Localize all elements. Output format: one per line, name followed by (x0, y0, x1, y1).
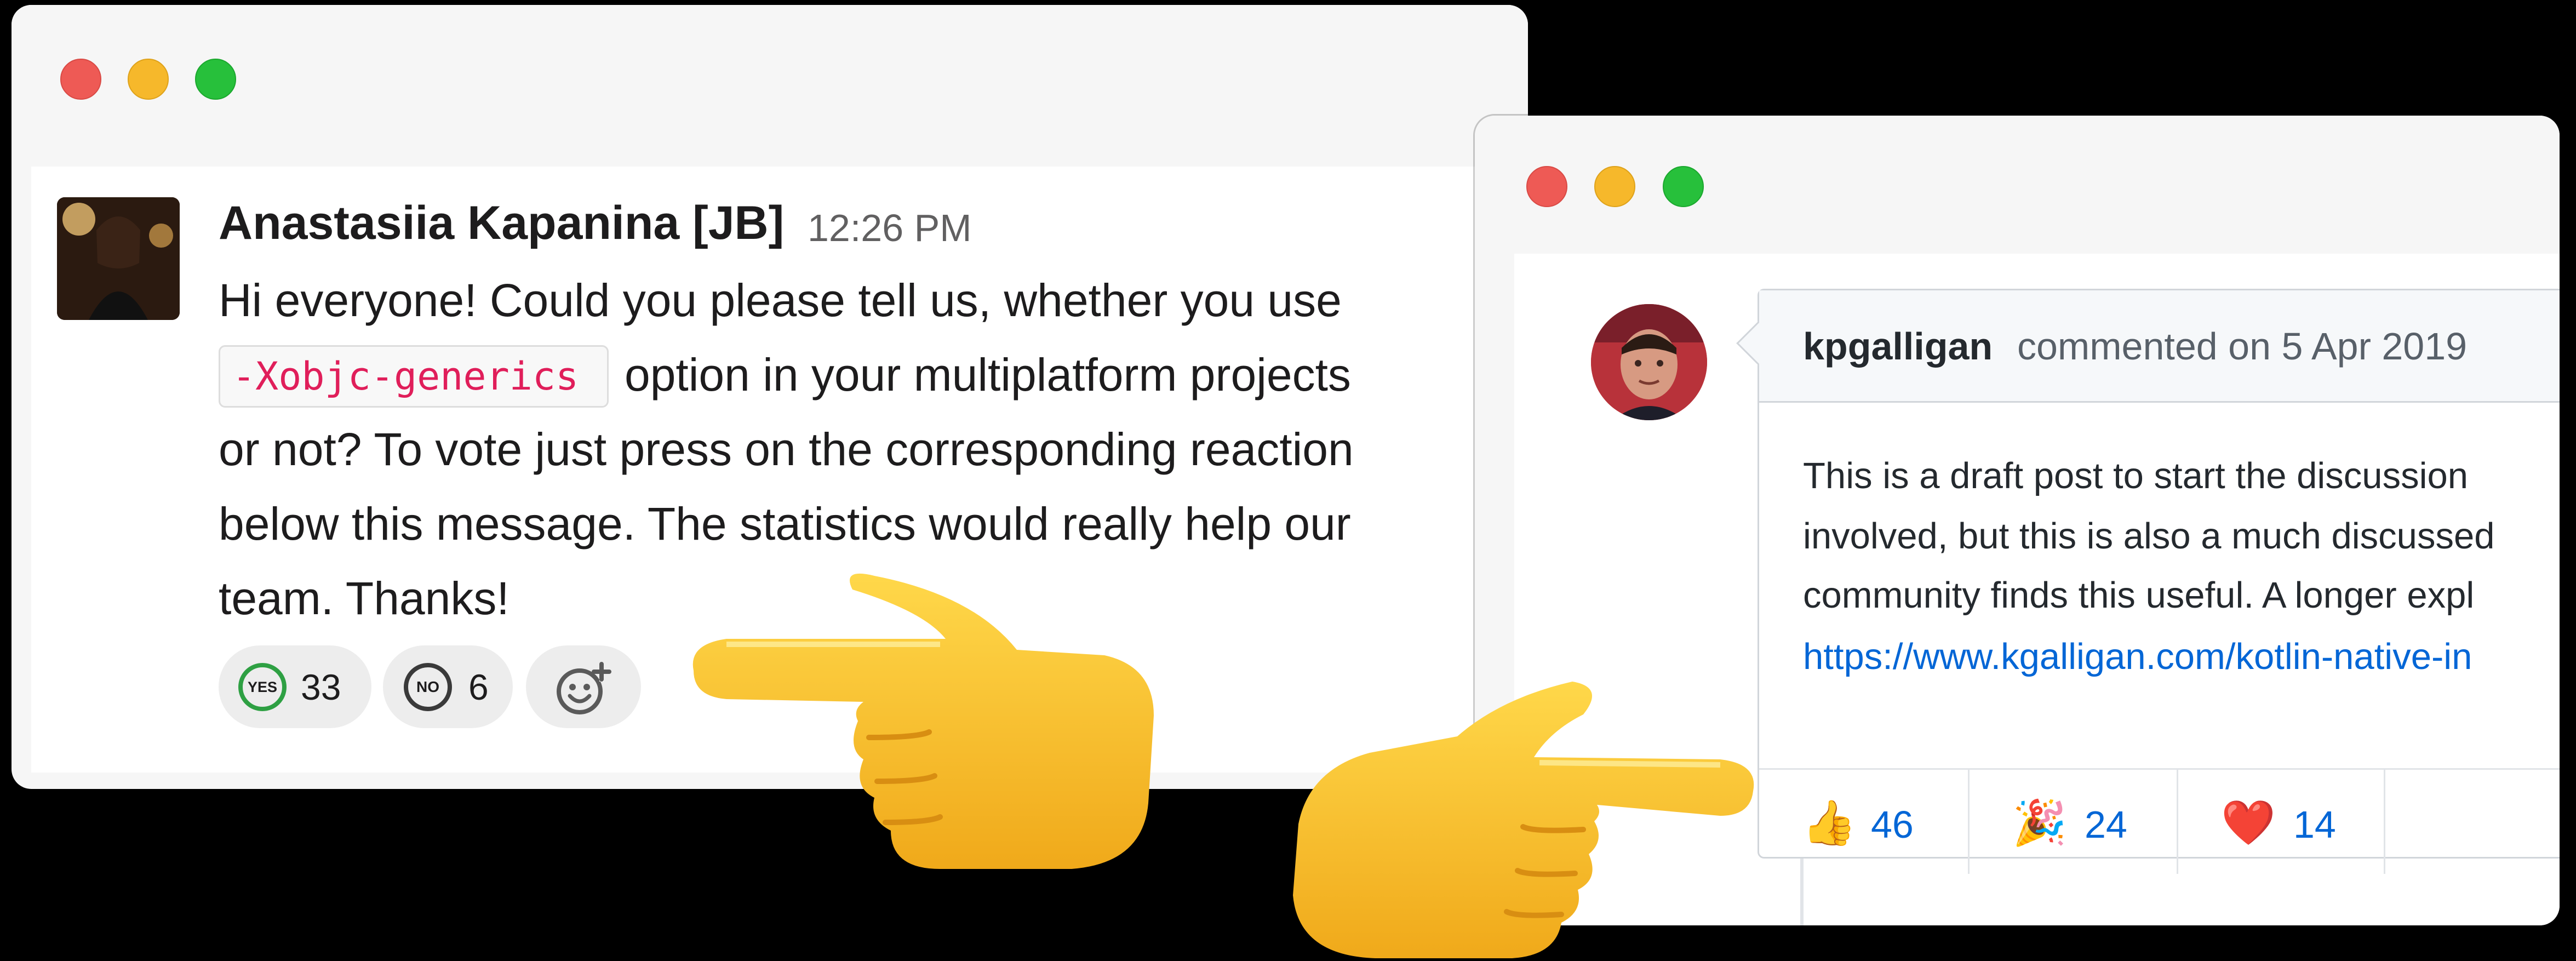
comment-body-line: community finds this useful. A longer ex… (1803, 575, 2475, 616)
github-titlebar (1475, 116, 2560, 254)
reaction-heart[interactable]: ❤️ 14 (2178, 770, 2385, 874)
yes-badge-icon: YES (238, 663, 287, 711)
pointing-hand-icon (1293, 682, 1754, 958)
party-popper-icon: 🎉 (2012, 798, 2067, 847)
message-text-line: below this message. The statistics would… (219, 498, 1351, 550)
avatar[interactable] (57, 197, 180, 320)
reaction-count: 14 (2293, 803, 2336, 846)
comment-body-line: involved, but this is also a much discus… (1803, 516, 2495, 557)
no-badge-icon: NO (404, 663, 452, 711)
close-window-button[interactable] (1526, 166, 1567, 207)
reaction-bar: 👍 46 🎉 24 ❤️ 14 (1759, 768, 2560, 874)
thumbs-up-icon: 👍 (1802, 798, 1857, 847)
avatar[interactable] (1591, 304, 1707, 420)
reaction-count: 6 (468, 667, 489, 707)
comment-header: kpgalligan commented on 5 Apr 2019 (1759, 290, 2560, 403)
reaction-hooray[interactable]: 🎉 24 (1970, 770, 2178, 874)
close-window-button[interactable] (60, 59, 101, 100)
message-author[interactable]: Anastasiia Kapanina [JB] (219, 196, 784, 250)
add-emoji-icon (557, 662, 611, 714)
zoom-window-button[interactable] (195, 59, 236, 100)
reaction-count: 24 (2085, 803, 2127, 846)
timeline-rail (1800, 859, 1804, 925)
minimize-window-button[interactable] (128, 59, 169, 100)
message-text-line: Hi everyone! Could you please tell us, w… (219, 274, 1342, 326)
minimize-window-button[interactable] (1594, 166, 1635, 207)
message-text-line: or not? To vote just press on the corres… (219, 424, 1354, 475)
reaction-count: 33 (301, 667, 341, 707)
comment-date[interactable]: commented on 5 Apr 2019 (2017, 324, 2467, 368)
zoom-window-button[interactable] (1663, 166, 1704, 207)
comment-author[interactable]: kpgalligan (1803, 324, 1993, 368)
message-timestamp[interactable]: 12:26 PM (808, 206, 972, 250)
inline-code: -Xobjc-generics (219, 345, 609, 408)
comment-body-line: This is a draft post to start the discus… (1803, 455, 2468, 496)
reaction-count: 46 (1871, 803, 1914, 846)
add-reaction-button[interactable] (526, 645, 641, 728)
heart-icon: ❤️ (2221, 798, 2276, 847)
message-text-line: team. Thanks! (219, 573, 510, 624)
reaction-no[interactable]: NO 6 (383, 645, 513, 728)
reaction-yes[interactable]: YES 33 (219, 645, 371, 728)
message-text-line: option in your multiplatform projects (625, 349, 1351, 401)
slack-titlebar (12, 5, 1528, 167)
comment-card: kpgalligan commented on 5 Apr 2019 This … (1736, 289, 2560, 874)
reaction-thumbs-up[interactable]: 👍 46 (1759, 770, 1970, 874)
pointing-hand-icon (692, 573, 1154, 869)
comment-link[interactable]: https://www.kgalligan.com/kotlin-native-… (1803, 636, 2472, 678)
